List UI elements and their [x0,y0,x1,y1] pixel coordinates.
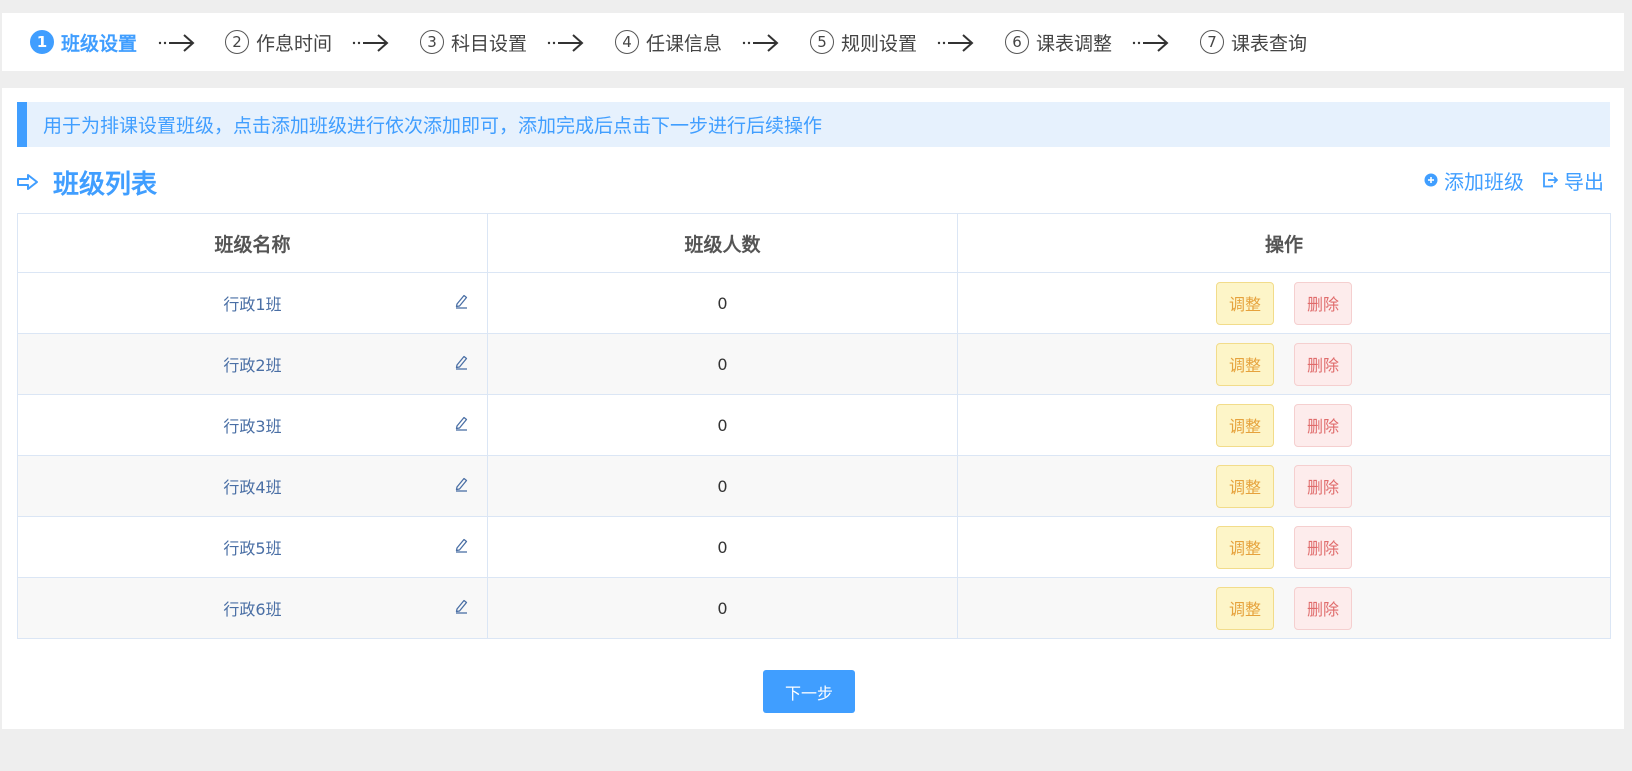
plus-circle-icon [1424,173,1438,187]
main-panel: 用于为排课设置班级，点击添加班级进行依次添加即可，添加完成后点击下一步进行后续操… [2,88,1624,729]
adjust-button[interactable]: 调整 [1216,342,1274,386]
class-name: 行政6班 [223,600,282,619]
pencil-icon[interactable] [453,354,469,374]
step-label: 科目设置 [451,32,528,55]
actions-cell: 调整 删除 [957,394,1611,456]
step-label: 任课信息 [646,32,723,55]
add-class-label: 添加班级 [1444,169,1524,194]
class-count: 0 [487,577,958,639]
step-label: 规则设置 [841,32,918,55]
adjust-button[interactable]: 调整 [1216,525,1274,569]
table-row: 行政1班 0 调整 删除 [17,272,1611,334]
export-button[interactable]: 导出 [1542,166,1604,195]
class-name-cell: 行政3班 [17,394,488,456]
pencil-icon[interactable] [453,598,469,618]
class-name-cell: 行政2班 [17,333,488,395]
class-count: 0 [487,272,958,334]
actions-cell: 调整 删除 [957,272,1611,334]
col-header-actions: 操作 [957,213,1611,273]
actions-cell: 调整 删除 [957,577,1611,639]
pencil-icon[interactable] [453,476,469,496]
step-number: 7 [1200,30,1224,54]
class-name-cell: 行政5班 [17,516,488,578]
actions-cell: 调整 删除 [957,455,1611,517]
step-subject-settings[interactable]: 3 科目设置 [420,13,527,71]
table-row: 行政4班 0 调整 删除 [17,455,1611,517]
class-count: 0 [487,333,958,395]
step-number: 2 [225,30,249,54]
class-name: 行政1班 [223,295,282,314]
table-row: 行政5班 0 调整 删除 [17,516,1611,578]
adjust-button[interactable]: 调整 [1216,281,1274,325]
class-count: 0 [487,516,958,578]
delete-button[interactable]: 删除 [1294,464,1352,508]
adjust-button[interactable]: 调整 [1216,586,1274,630]
steps-bar: 1 班级设置 2 作息时间 3 科目设置 4 任课信息 5 规则设置 6 课表调… [2,13,1624,71]
list-header: 班级列表 [17,162,157,202]
arrow-right-icon [547,34,584,52]
arrow-right-icon [742,34,779,52]
info-tip: 用于为排课设置班级，点击添加班级进行依次添加即可，添加完成后点击下一步进行后续操… [17,102,1610,147]
table-row: 行政6班 0 调整 删除 [17,577,1611,639]
delete-button[interactable]: 删除 [1294,403,1352,447]
arrow-outline-icon [17,174,38,190]
step-number: 6 [1005,30,1029,54]
step-schedule-time[interactable]: 2 作息时间 [225,13,332,71]
delete-button[interactable]: 删除 [1294,281,1352,325]
step-number: 5 [810,30,834,54]
step-timetable-query[interactable]: 7 课表查询 [1200,13,1307,71]
list-actions: 添加班级 导出 [1406,162,1604,198]
arrow-right-icon [937,34,974,52]
col-header-name: 班级名称 [17,213,488,273]
class-name: 行政4班 [223,478,282,497]
class-name-cell: 行政6班 [17,577,488,639]
col-header-count: 班级人数 [487,213,958,273]
class-count: 0 [487,455,958,517]
delete-button[interactable]: 删除 [1294,342,1352,386]
class-name-cell: 行政1班 [17,272,488,334]
class-name: 行政3班 [223,417,282,436]
class-table: 班级名称 班级人数 操作 行政1班 0 调整 删除 行政2班 0 调整 删除 行… [17,213,1611,639]
export-icon [1542,172,1558,188]
step-label: 课表调整 [1036,32,1113,55]
step-number: 4 [615,30,639,54]
class-name: 行政2班 [223,356,282,375]
arrow-right-icon [1132,34,1169,52]
pencil-icon[interactable] [453,537,469,557]
class-name: 行政5班 [223,539,282,558]
step-label: 作息时间 [256,32,333,55]
step-number: 3 [420,30,444,54]
add-class-button[interactable]: 添加班级 [1424,166,1524,195]
next-step-button[interactable]: 下一步 [763,670,855,713]
class-name-cell: 行政4班 [17,455,488,517]
step-teaching-info[interactable]: 4 任课信息 [615,13,722,71]
adjust-button[interactable]: 调整 [1216,403,1274,447]
table-row: 行政3班 0 调整 删除 [17,394,1611,456]
step-rule-settings[interactable]: 5 规则设置 [810,13,917,71]
pencil-icon[interactable] [453,293,469,313]
table-row: 行政2班 0 调整 删除 [17,333,1611,395]
list-title: 班级列表 [53,169,158,200]
step-label: 课表查询 [1231,32,1308,55]
delete-button[interactable]: 删除 [1294,525,1352,569]
pencil-icon[interactable] [453,415,469,435]
arrow-right-icon [158,34,195,52]
step-label: 班级设置 [61,32,138,55]
adjust-button[interactable]: 调整 [1216,464,1274,508]
actions-cell: 调整 删除 [957,333,1611,395]
step-class-settings[interactable]: 1 班级设置 [30,13,137,71]
step-timetable-adjust[interactable]: 6 课表调整 [1005,13,1112,71]
arrow-right-icon [352,34,389,52]
step-number: 1 [30,30,54,54]
actions-cell: 调整 删除 [957,516,1611,578]
export-label: 导出 [1564,169,1604,194]
class-count: 0 [487,394,958,456]
delete-button[interactable]: 删除 [1294,586,1352,630]
